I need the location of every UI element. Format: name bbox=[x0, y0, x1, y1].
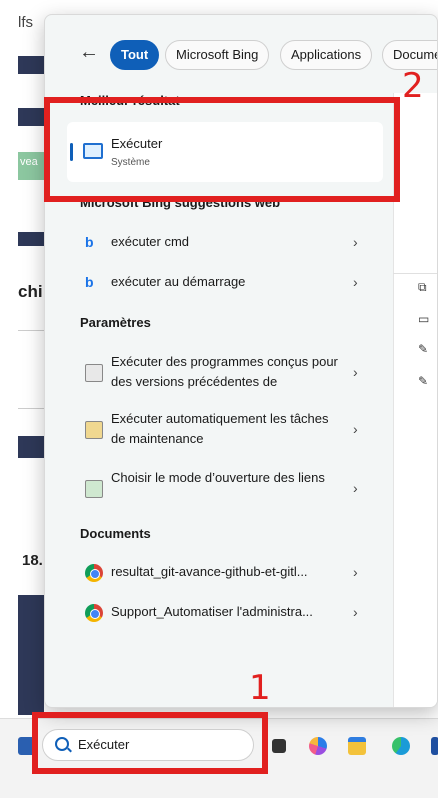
task-view-icon[interactable] bbox=[272, 739, 286, 753]
edge-icon[interactable] bbox=[392, 737, 410, 755]
background-text-mid: chi bbox=[18, 282, 43, 301]
file-explorer-icon[interactable] bbox=[348, 737, 366, 755]
background-bar bbox=[18, 108, 44, 126]
background-bar bbox=[18, 436, 44, 458]
list-item[interactable]: resultat_git-avance-github-et-gitl... › bbox=[67, 562, 383, 584]
default-apps-icon bbox=[85, 480, 103, 498]
list-item-label: resultat_git-avance-github-et-gitl... bbox=[111, 564, 308, 579]
annotation-label-1: 1 bbox=[249, 668, 271, 708]
list-item-label: Exécuter automatiquement les tâches de m… bbox=[111, 411, 329, 446]
chrome-icon bbox=[85, 564, 103, 582]
chevron-right-icon: › bbox=[353, 604, 358, 620]
chevron-right-icon: › bbox=[353, 234, 358, 250]
list-item[interactable]: Exécuter des programmes conçus pour des … bbox=[67, 352, 383, 396]
list-item-label: Exécuter des programmes conçus pour des … bbox=[111, 354, 338, 389]
background-divider bbox=[18, 330, 44, 331]
list-item[interactable]: Support_Automatiser l'administra... › bbox=[67, 602, 383, 624]
background-bar bbox=[18, 232, 44, 246]
chevron-right-icon: › bbox=[353, 421, 358, 437]
pin-taskbar-icon[interactable]: ✎ bbox=[418, 374, 428, 388]
list-item-label: exécuter cmd bbox=[111, 234, 190, 249]
open-icon[interactable]: ⧉ bbox=[418, 280, 427, 295]
documents-header: Documents bbox=[80, 526, 151, 541]
annotation-label-2: 2 bbox=[402, 66, 424, 106]
back-arrow-icon[interactable]: ← bbox=[79, 41, 99, 64]
taskbar-right-icon[interactable] bbox=[431, 737, 438, 755]
chevron-right-icon: › bbox=[353, 480, 358, 496]
bing-icon: b bbox=[85, 274, 94, 290]
tab-microsoft-bing[interactable]: Microsoft Bing bbox=[165, 40, 270, 70]
background-dark-block bbox=[18, 595, 44, 715]
background-text-date: 18. bbox=[22, 552, 43, 569]
settings-header: Paramètres bbox=[80, 315, 151, 330]
list-item-label: exécuter au démarrage bbox=[111, 274, 246, 289]
folder-icon[interactable]: ▭ bbox=[418, 312, 429, 326]
list-item[interactable]: Choisir le mode d’ouverture des liens › bbox=[67, 468, 383, 512]
background-text-top: lfs bbox=[18, 14, 33, 31]
tab-tout[interactable]: Tout bbox=[110, 40, 160, 70]
bing-icon: b bbox=[85, 234, 94, 250]
background-bar bbox=[18, 56, 44, 74]
preview-divider bbox=[393, 273, 437, 274]
background-divider bbox=[18, 408, 44, 409]
compatibility-icon bbox=[85, 364, 103, 382]
list-item[interactable]: Exécuter automatiquement les tâches de m… bbox=[67, 409, 383, 453]
list-item[interactable]: b exécuter au démarrage › bbox=[67, 272, 383, 294]
annotation-box-2 bbox=[44, 97, 400, 202]
chevron-right-icon: › bbox=[353, 564, 358, 580]
annotation-box-1 bbox=[32, 712, 268, 774]
chrome-icon bbox=[85, 604, 103, 622]
maintenance-icon bbox=[85, 421, 103, 439]
list-item[interactable]: b exécuter cmd › bbox=[67, 232, 383, 254]
background-green-button: vea bbox=[18, 152, 44, 180]
chevron-right-icon: › bbox=[353, 364, 358, 380]
copilot-icon[interactable] bbox=[309, 737, 327, 755]
chevron-right-icon: › bbox=[353, 274, 358, 290]
list-item-label: Choisir le mode d’ouverture des liens bbox=[111, 470, 325, 485]
pin-icon[interactable]: ✎ bbox=[418, 342, 428, 356]
list-item-label: Support_Automatiser l'administra... bbox=[111, 604, 313, 619]
tab-applications[interactable]: Applications bbox=[280, 40, 373, 70]
